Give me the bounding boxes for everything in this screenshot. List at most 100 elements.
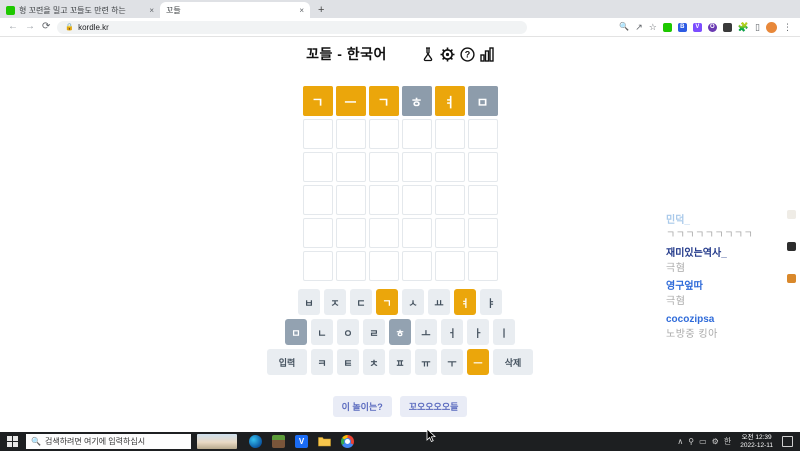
key-ㄱ[interactable]: ㄱ <box>376 289 398 315</box>
edge-icon[interactable] <box>249 435 262 448</box>
reload-icon[interactable]: ⟳ <box>42 22 50 32</box>
extension-o-icon[interactable]: O <box>707 22 717 32</box>
key-ㅎ[interactable]: ㅎ <box>389 319 411 345</box>
zoom-icon[interactable]: 🔍 <box>619 23 629 31</box>
extension-v-icon[interactable]: V <box>692 22 702 32</box>
taskbar-clock[interactable]: 오전 12:39 2022-12-11 <box>736 434 777 450</box>
url-text: kordle.kr <box>78 22 109 32</box>
flask-icon[interactable] <box>421 46 435 62</box>
key-ㅗ[interactable]: ㅗ <box>415 319 437 345</box>
gear-icon[interactable] <box>440 47 455 62</box>
chat-username: 민덕_ <box>666 215 690 226</box>
chat-username: 영구엎따 <box>666 281 703 292</box>
grid-tile-empty <box>434 251 465 281</box>
key-ㅛ[interactable]: ㅛ <box>428 289 450 315</box>
key-ㅕ[interactable]: ㅕ <box>454 289 476 315</box>
chrome-icon[interactable] <box>341 435 354 448</box>
chat-avatar <box>787 210 796 219</box>
tray-link-icon[interactable]: ⚲ <box>688 437 694 446</box>
key-ㅏ[interactable]: ㅏ <box>467 319 489 345</box>
grid-tile-empty <box>368 119 399 149</box>
key-ㅋ[interactable]: ㅋ <box>311 349 333 375</box>
tray-lang-icon[interactable]: ▭ <box>699 437 707 446</box>
extension-b-icon[interactable]: B <box>677 22 687 32</box>
bookmark-star-icon[interactable]: ☆ <box>649 22 657 32</box>
grid-tile-empty <box>368 218 399 248</box>
grid-tile-empty <box>335 152 366 182</box>
grid-tile-empty <box>434 185 465 215</box>
key-ㅑ[interactable]: ㅑ <box>480 289 502 315</box>
weather-widget[interactable] <box>197 434 237 449</box>
menu-dots-icon[interactable]: ⋮ <box>783 22 792 32</box>
extension-green-icon[interactable] <box>662 22 672 32</box>
key-ㄷ[interactable]: ㄷ <box>350 289 372 315</box>
game-title: 꼬들 - 한국어 <box>306 46 387 62</box>
address-bar[interactable]: 🔒 kordle.kr <box>57 20 528 34</box>
svg-text:?: ? <box>465 49 471 59</box>
taskbar-search[interactable]: 🔍 검색하려면 여기에 입력하십시 <box>26 434 191 449</box>
tray-kor-icon[interactable]: 한 <box>724 437 731 446</box>
key-ㅊ[interactable]: ㅊ <box>363 349 385 375</box>
grid-tile-empty <box>302 152 333 182</box>
file-explorer-icon[interactable] <box>318 435 331 448</box>
stats-icon[interactable] <box>480 46 494 62</box>
grid-tile-empty <box>302 218 333 248</box>
browser-tab-kordle[interactable]: 꼬들 × <box>0 2 310 46</box>
tab-close-icon[interactable]: × <box>299 6 304 15</box>
chat-username: cocozipsa <box>666 314 715 325</box>
extensions-puzzle-icon[interactable]: 🧩 <box>738 22 749 32</box>
sidebar-icon[interactable]: ▯ <box>755 22 760 32</box>
chat-avatar <box>787 274 796 283</box>
key-ㅡ[interactable]: ㅡ <box>467 349 489 375</box>
key-ㅌ[interactable]: ㅌ <box>337 349 359 375</box>
forward-icon[interactable]: → <box>25 22 35 32</box>
key-입력[interactable]: 입력 <box>267 349 307 375</box>
chat-message: ㄱㄱㄱㄱㄱㄱㄱㄱㄱ <box>666 230 754 241</box>
v-app-icon[interactable]: V <box>295 435 308 448</box>
key-ㅣ[interactable]: ㅣ <box>493 319 515 345</box>
key-ㅈ[interactable]: ㅈ <box>324 289 346 315</box>
key-ㅍ[interactable]: ㅍ <box>389 349 411 375</box>
grid-tile-empty <box>467 152 498 182</box>
tab-close-icon[interactable]: × <box>149 6 154 15</box>
grid-tile-empty <box>434 119 465 149</box>
grid-tile-empty <box>401 152 432 182</box>
share-icon[interactable]: ↗ <box>635 22 643 32</box>
grid-tile-empty <box>302 185 333 215</box>
browser-tab-blog[interactable]: 형 꼬련을 밀고 꼬들도 만련 하는 × <box>0 2 160 18</box>
kordle-page: 꼬들 - 한국어 ? ㄱㅡㄱㅎㅕㅁ ㅂㅈㄷㄱㅅㅛㅕㅑㅁㄴㅇㄹㅎㅗㅓㅏㅣ 입력 ㅋㅌㅊ… <box>0 37 800 443</box>
extension-dark-icon[interactable] <box>722 22 732 32</box>
key-ㅇ[interactable]: ㅇ <box>337 319 359 345</box>
new-tab-button[interactable]: + <box>318 2 324 18</box>
header-icons: ? <box>421 46 494 62</box>
key-ㅂ[interactable]: ㅂ <box>298 289 320 315</box>
key-삭제[interactable]: 삭제 <box>493 349 533 375</box>
key-ㄴ[interactable]: ㄴ <box>311 319 333 345</box>
kooodle-button[interactable]: 꼬오오오오들 <box>399 396 468 417</box>
start-button-icon[interactable] <box>7 436 18 447</box>
key-ㄹ[interactable]: ㄹ <box>363 319 385 345</box>
blog-favicon-icon <box>6 5 15 15</box>
tray-expand-icon[interactable]: ∧ <box>677 437 683 446</box>
chat-overlay: 민덕_ ㄱㄱㄱㄱㄱㄱㄱㄱㄱ 재미있는역사_ 극혐 영구엎따 극혐 cocozipsa 노방중 … <box>666 215 786 344</box>
help-icon[interactable]: ? <box>460 46 475 62</box>
virtual-keyboard: ㅂㅈㄷㄱㅅㅛㅕㅑㅁㄴㅇㄹㅎㅗㅓㅏㅣ 입력 ㅋㅌㅊㅍㅠㅜㅡ 삭제 <box>267 289 533 375</box>
key-ㅁ[interactable]: ㅁ <box>285 319 307 345</box>
search-placeholder: 검색하려면 여기에 입력하십시 <box>44 437 146 446</box>
clock-date: 2022-12-11 <box>740 441 773 449</box>
tray-settings-icon[interactable]: ⚙ <box>712 437 719 446</box>
clock-time: 오전 12:39 <box>741 433 772 441</box>
about-game-button[interactable]: 이 놀이는? <box>332 396 392 417</box>
key-ㅜ[interactable]: ㅜ <box>441 349 463 375</box>
grid-tile-empty <box>434 152 465 182</box>
key-ㅠ[interactable]: ㅠ <box>415 349 437 375</box>
back-icon[interactable]: ← <box>8 22 18 32</box>
chat-avatar <box>787 242 796 251</box>
grid-tile-empty <box>302 251 333 281</box>
key-ㅓ[interactable]: ㅓ <box>441 319 463 345</box>
minecraft-icon[interactable] <box>272 435 285 448</box>
profile-avatar[interactable] <box>766 21 777 33</box>
key-ㅅ[interactable]: ㅅ <box>402 289 424 315</box>
action-center-icon[interactable] <box>782 436 793 447</box>
grid-tile-empty <box>302 119 333 149</box>
